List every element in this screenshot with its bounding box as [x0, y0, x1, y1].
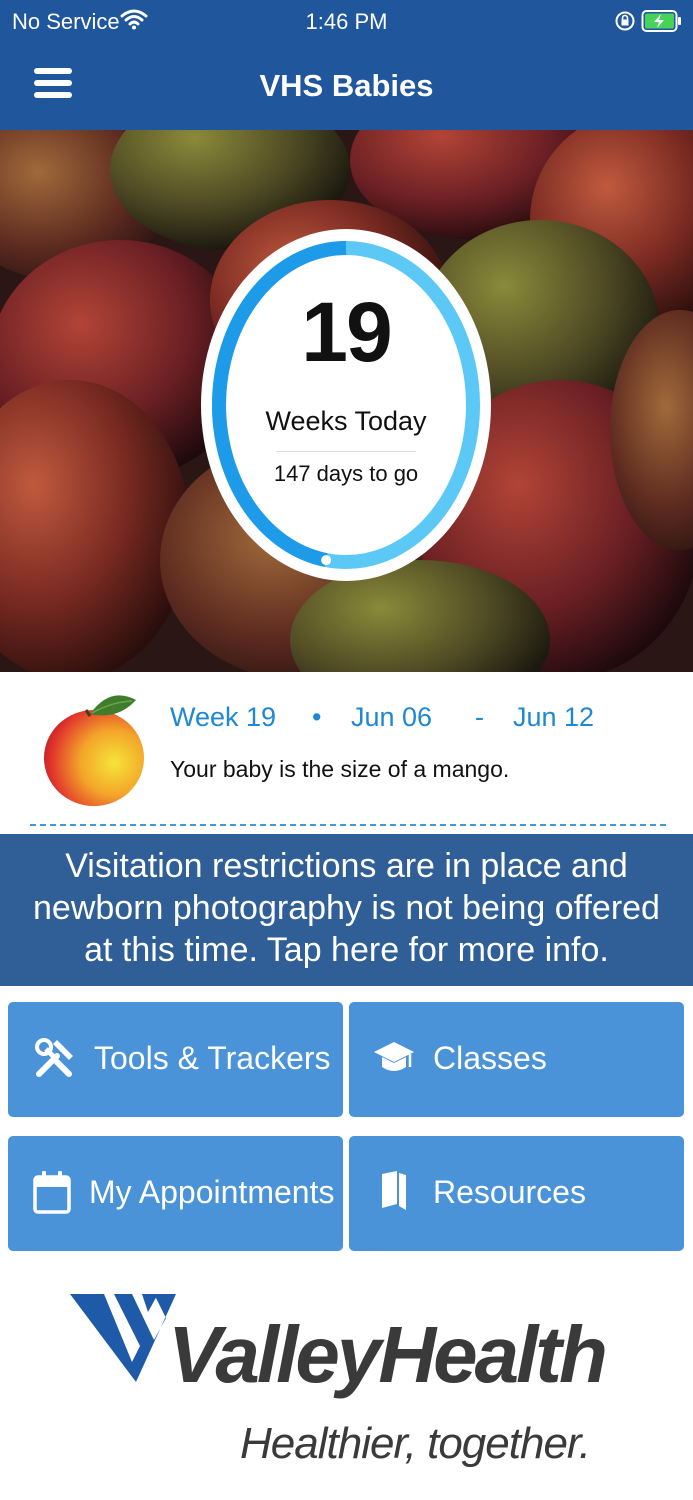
tools-icon [33, 1036, 77, 1088]
end-date: Jun 12 [513, 702, 595, 732]
tools-trackers-button[interactable]: Tools & Trackers [8, 1002, 343, 1117]
banner-line: at this time. Tap here for more info. [84, 931, 609, 969]
week-info[interactable]: Week 19 • Jun 06 - Jun 12 Your baby is t… [0, 672, 693, 834]
progress-circle: 19 Weeks Today 147 days to go [201, 229, 491, 581]
divider [276, 451, 416, 452]
valley-health-logo: ValleyHealth Healthier, together. [70, 1290, 610, 1475]
battery-icon [641, 9, 683, 38]
visitation-banner[interactable]: Visitation restrictions are in place and… [0, 834, 693, 986]
tile-label: Tools & Trackers [94, 1040, 331, 1076]
page-title: VHS Babies [259, 68, 434, 103]
clock: 1:46 PM [305, 9, 388, 34]
bullet: • [312, 702, 322, 732]
banner-line: Visitation restrictions are in place and [65, 847, 628, 885]
days-to-go: 147 days to go [273, 461, 419, 486]
tile-label: Resources [433, 1174, 586, 1210]
calendar-icon [33, 1170, 71, 1222]
dashed-divider [30, 824, 666, 826]
my-appointments-button[interactable]: My Appointments [8, 1136, 343, 1251]
banner-line: newborn photography is not being offered [33, 889, 660, 927]
start-date: Jun 06 [351, 702, 433, 732]
progress-ring [201, 229, 491, 581]
resources-button[interactable]: Resources [349, 1136, 684, 1251]
hero-image: 19 Weeks Today 147 days to go [0, 130, 693, 672]
tile-label: My Appointments [89, 1174, 335, 1210]
week-label: Week 19 [170, 702, 277, 732]
date-dash: - [475, 702, 484, 732]
orientation-lock-icon [614, 10, 636, 37]
mango-icon [40, 692, 148, 815]
weeks-label: Weeks Today [265, 406, 427, 436]
graduation-cap-icon [373, 1040, 415, 1086]
brand-text: ValleyHealth [168, 1310, 605, 1399]
tile-label: Classes [433, 1040, 547, 1076]
book-icon [379, 1170, 409, 1220]
status-bar: No Service 1:46 PM [0, 0, 693, 44]
tagline-text: Healthier, together. [240, 1419, 590, 1468]
classes-button[interactable]: Classes [349, 1002, 684, 1117]
nav-bar: VHS Babies [0, 44, 693, 130]
baby-size-text: Your baby is the size of a mango. [170, 756, 510, 782]
weeks-count: 19 [301, 285, 392, 379]
